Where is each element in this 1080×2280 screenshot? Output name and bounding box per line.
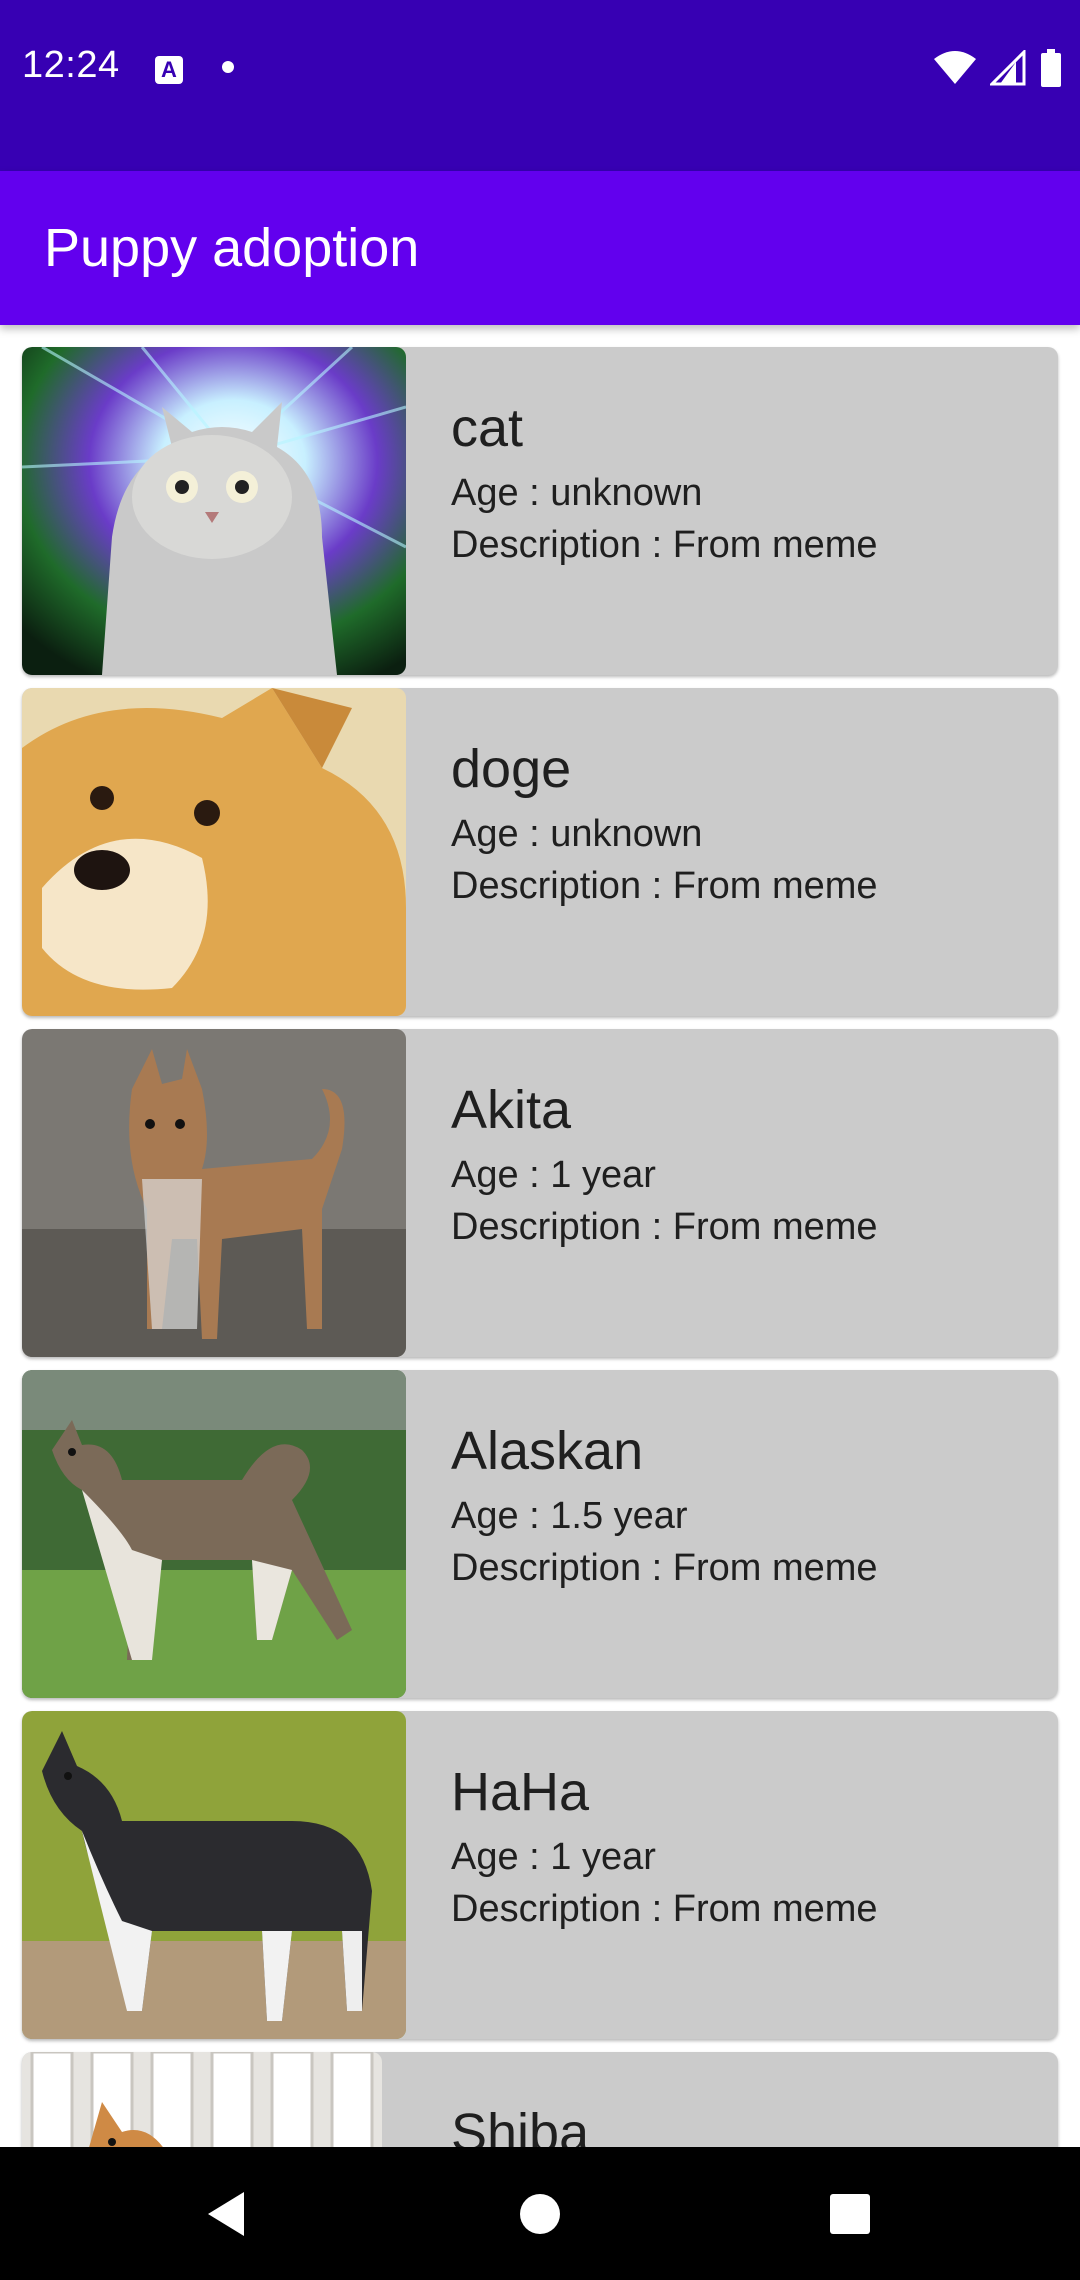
pet-age: Age : unknown <box>451 813 703 855</box>
pet-name: Shiba <box>451 2103 590 2147</box>
app-bar: Puppy adoption <box>0 171 1080 325</box>
alaskan-photo <box>22 1370 406 1698</box>
pet-description: Description : From meme <box>451 1547 878 1589</box>
home-button[interactable] <box>450 2147 630 2280</box>
notification-a-icon: A <box>155 56 183 84</box>
navigation-bar <box>0 2147 1080 2280</box>
cellular-signal-icon <box>990 50 1026 86</box>
pet-description: Description : From meme <box>451 1888 878 1930</box>
pet-age: Age : unknown <box>451 472 703 514</box>
pet-card-cat[interactable]: cat Age : unknown Description : From mem… <box>22 347 1058 675</box>
recents-square-icon <box>830 2193 870 2234</box>
pet-age: Age : 1.5 year <box>451 1495 688 1537</box>
pet-age: Age : 1 year <box>451 1154 656 1196</box>
pet-description: Description : From meme <box>451 1206 878 1248</box>
doge-meme-photo <box>22 688 406 1016</box>
pet-card-akita[interactable]: Akita Age : 1 year Description : From me… <box>22 1029 1058 1357</box>
pet-name: Akita <box>451 1080 572 1140</box>
shiba-photo <box>22 2052 382 2147</box>
pet-name: Alaskan <box>451 1421 644 1481</box>
cat-meme-photo <box>22 347 406 675</box>
status-bar: 12:24 A <box>0 0 1080 171</box>
pet-age: Age : 1 year <box>451 1836 656 1878</box>
pet-name: doge <box>451 739 572 799</box>
notification-dot-icon <box>222 61 234 73</box>
husky-photo <box>22 1711 406 2039</box>
pet-description: Description : From meme <box>451 524 878 566</box>
status-time: 12:24 <box>22 44 120 86</box>
pet-card-doge[interactable]: doge Age : unknown Description : From me… <box>22 688 1058 1016</box>
pet-card-haha[interactable]: HaHa Age : 1 year Description : From mem… <box>22 1711 1058 2039</box>
status-icons <box>934 48 1062 88</box>
pet-card-alaskan[interactable]: Alaskan Age : 1.5 year Description : Fro… <box>22 1370 1058 1698</box>
pet-name: cat <box>451 398 524 458</box>
wifi-icon <box>934 51 976 84</box>
akita-photo <box>22 1029 406 1357</box>
pet-name: HaHa <box>451 1762 590 1822</box>
pet-card-shiba[interactable]: Shiba <box>22 2052 1058 2147</box>
app-title: Puppy adoption <box>44 218 420 278</box>
back-button[interactable] <box>136 2147 316 2280</box>
home-circle-icon <box>520 2193 560 2234</box>
back-triangle-icon <box>208 2191 244 2236</box>
recents-button[interactable] <box>760 2147 940 2280</box>
battery-icon <box>1041 49 1061 87</box>
pet-list[interactable]: cat Age : unknown Description : From mem… <box>0 325 1080 2147</box>
pet-description: Description : From meme <box>451 865 878 907</box>
